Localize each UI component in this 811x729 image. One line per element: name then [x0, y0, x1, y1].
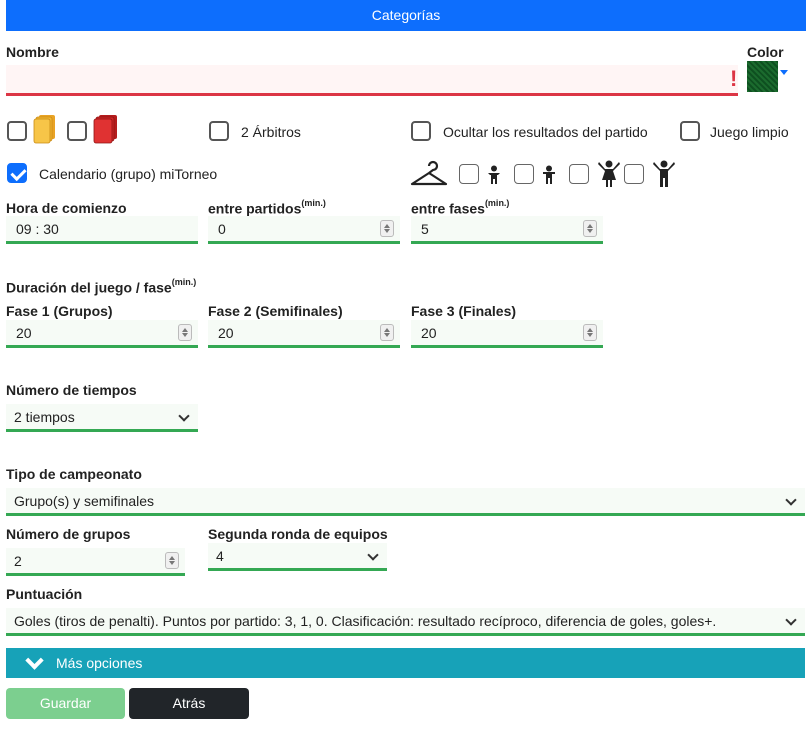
between-phases-label: entre fases(min.): [411, 198, 510, 217]
phase1-input[interactable]: 20: [6, 320, 198, 348]
scoring-value: Goles (tiros de penalti). Puntos por par…: [14, 613, 717, 629]
boy-icon: [543, 165, 555, 184]
phase2-input[interactable]: 20: [208, 320, 400, 348]
between-phases-unit: (min.): [484, 198, 510, 208]
phase3-value: 20: [421, 325, 437, 341]
second-round-value: 4: [216, 548, 224, 564]
yellow-card-icon: [33, 115, 55, 144]
groups-spinner[interactable]: [165, 552, 179, 569]
between-phases-input[interactable]: 5: [411, 216, 603, 244]
duration-label: Duración del juego / fase(min.): [6, 277, 197, 296]
color-picker[interactable]: [747, 61, 778, 92]
groups-label: Número de grupos: [6, 526, 131, 542]
periods-value: 2 tiempos: [14, 409, 75, 425]
child-icon: [488, 165, 500, 184]
calendar-label: Calendario (grupo) miTorneo: [39, 166, 218, 182]
phase3-label: Fase 3 (Finales): [411, 303, 517, 319]
chevron-down-icon: [785, 494, 797, 506]
jersey-option-1-checkbox[interactable]: [459, 164, 479, 184]
between-matches-unit: (min.): [301, 198, 326, 208]
phase3-input[interactable]: 20: [411, 320, 603, 348]
red-card-checkbox[interactable]: [67, 121, 87, 141]
jersey-option-3-checkbox[interactable]: [569, 164, 589, 184]
color-dropdown-icon[interactable]: [780, 70, 788, 75]
hanger-icon: [410, 160, 448, 186]
back-button[interactable]: Atrás: [129, 688, 249, 719]
chevron-down-icon: [178, 410, 190, 422]
chevron-down-icon: [25, 651, 44, 670]
fair-play-label: Juego limpio: [710, 124, 789, 140]
start-time-value: 09 : 30: [16, 221, 59, 237]
jersey-option-2-checkbox[interactable]: [514, 164, 534, 184]
championship-value: Grupo(s) y semifinales: [14, 493, 155, 509]
phase3-spinner[interactable]: [583, 324, 597, 341]
two-referees-label: 2 Árbitros: [241, 124, 301, 140]
championship-label: Tipo de campeonato: [6, 466, 142, 482]
start-time-input[interactable]: 09 : 30: [6, 216, 198, 244]
periods-label: Número de tiempos: [6, 382, 137, 398]
hide-results-label: Ocultar los resultados del partido: [443, 124, 648, 140]
between-phases-value: 5: [421, 221, 429, 237]
groups-value: 2: [14, 553, 22, 569]
between-matches-label: entre partidos(min.): [208, 198, 326, 217]
page-header: Categorías: [6, 0, 806, 31]
start-time-label: Hora de comienzo: [6, 200, 127, 216]
between-matches-value: 0: [218, 221, 226, 237]
between-phases-spinner[interactable]: [583, 220, 597, 237]
between-matches-input[interactable]: 0: [208, 216, 400, 244]
periods-select[interactable]: 2 tiempos: [6, 404, 198, 432]
scoring-select[interactable]: Goles (tiros de penalti). Puntos por par…: [6, 608, 805, 636]
fair-play-checkbox[interactable]: [680, 121, 700, 141]
phase2-label: Fase 2 (Semifinales): [208, 303, 343, 319]
chevron-down-icon: [367, 549, 379, 561]
scoring-label: Puntuación: [6, 586, 83, 602]
groups-input[interactable]: 2: [6, 548, 185, 576]
color-label: Color: [747, 44, 784, 60]
calendar-checkbox[interactable]: [7, 163, 27, 183]
more-options-toggle[interactable]: Más opciones: [6, 648, 805, 678]
red-card-icon: [93, 115, 117, 144]
save-button[interactable]: Guardar: [6, 688, 125, 719]
jersey-option-4-checkbox[interactable]: [624, 164, 644, 184]
between-matches-spinner[interactable]: [380, 220, 394, 237]
duration-unit: (min.): [171, 277, 197, 287]
man-icon: [653, 160, 675, 187]
phase1-spinner[interactable]: [178, 324, 192, 341]
phase1-value: 20: [16, 325, 32, 341]
phase2-value: 20: [218, 325, 234, 341]
woman-icon: [598, 160, 620, 187]
championship-select[interactable]: Grupo(s) y semifinales: [6, 488, 805, 516]
yellow-card-checkbox[interactable]: [7, 121, 27, 141]
nombre-error-icon: !: [730, 66, 738, 91]
more-options-label: Más opciones: [56, 655, 143, 671]
phase1-label: Fase 1 (Grupos): [6, 303, 113, 319]
chevron-down-icon: [785, 614, 797, 626]
nombre-label: Nombre: [6, 44, 59, 60]
nombre-input[interactable]: [6, 65, 738, 96]
second-round-select[interactable]: 4: [208, 543, 387, 571]
two-referees-checkbox[interactable]: [209, 121, 229, 141]
hide-results-checkbox[interactable]: [411, 121, 431, 141]
phase2-spinner[interactable]: [380, 324, 394, 341]
second-round-label: Segunda ronda de equipos: [208, 526, 388, 542]
